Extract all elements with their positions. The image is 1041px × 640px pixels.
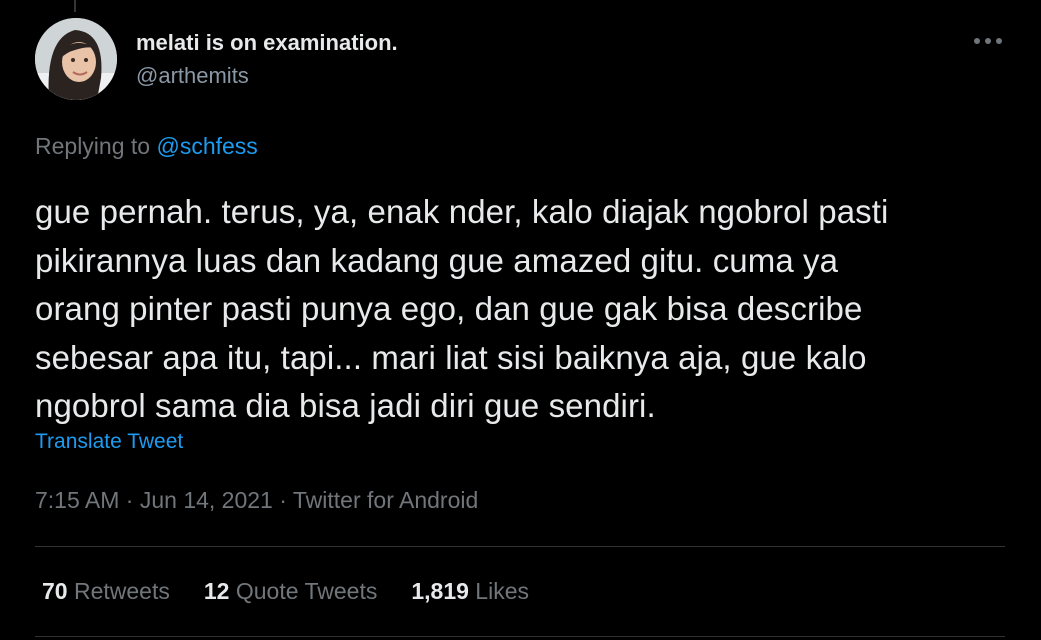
- likes-label: Likes: [475, 578, 529, 604]
- tweet-text-line: gue pernah. terus, ya, enak nder, kalo d…: [35, 193, 889, 230]
- tweet-stats: 70 Retweets 12 Quote Tweets 1,819 Likes: [42, 578, 563, 605]
- tweet-text: gue pernah. terus, ya, enak nder, kalo d…: [35, 188, 1015, 431]
- tweet-date[interactable]: Jun 14, 2021: [140, 487, 273, 513]
- tweet-text-line: orang pinter pasti punya ego, dan gue ga…: [35, 290, 863, 327]
- tweet-text-line: sebesar apa itu, tapi... mari liat sisi …: [35, 338, 867, 376]
- meta-separator: ·: [125, 487, 134, 513]
- retweets-label: Retweets: [73, 578, 170, 604]
- author-avatar[interactable]: [35, 18, 117, 100]
- author-display-name[interactable]: melati is on examination.: [136, 30, 398, 56]
- quote-tweets-stat[interactable]: 12 Quote Tweets: [204, 578, 377, 605]
- translate-tweet-link[interactable]: Translate Tweet: [35, 430, 183, 454]
- tweet-text-line: ngobrol sama dia bisa jadi diri gue send…: [35, 387, 656, 424]
- tweet-source[interactable]: Twitter for Android: [293, 487, 478, 513]
- divider: [35, 636, 1005, 637]
- tweet-time[interactable]: 7:15 AM: [35, 487, 119, 513]
- reply-mention-link[interactable]: @schfess: [156, 133, 257, 159]
- child-portrait-avatar-icon: [35, 18, 117, 100]
- likes-count: 1,819: [411, 578, 469, 604]
- retweets-count: 70: [42, 578, 68, 604]
- thread-connector-line: [74, 0, 76, 12]
- replying-to: Replying to @schfess: [35, 133, 258, 160]
- replying-to-label: Replying to: [35, 133, 151, 159]
- divider: [35, 546, 1005, 547]
- more-dots-icon: [974, 38, 1002, 44]
- tweet-text-line: pikirannya luas dan kadang gue amazed gi…: [35, 241, 839, 279]
- more-options-button[interactable]: [968, 28, 1008, 54]
- retweets-stat[interactable]: 70 Retweets: [42, 578, 170, 605]
- quote-tweets-count: 12: [203, 578, 230, 604]
- quote-tweets-label: Quote Tweets: [235, 578, 378, 604]
- likes-stat[interactable]: 1,819 Likes: [411, 578, 529, 605]
- meta-separator: ·: [279, 487, 287, 513]
- tweet-metadata: 7:15 AM · Jun 14, 2021 · Twitter for And…: [35, 487, 478, 514]
- author-handle[interactable]: @arthemits: [136, 63, 249, 89]
